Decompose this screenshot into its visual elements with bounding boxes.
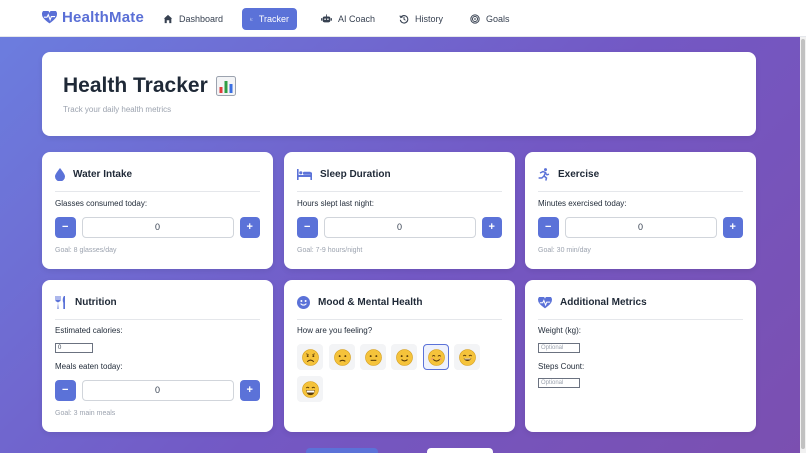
mood-option-happy[interactable] [423, 344, 449, 370]
utensils-icon [55, 296, 65, 309]
running-icon [538, 168, 550, 181]
mood-card-header: Mood & Mental Health [297, 292, 502, 320]
sleep-decrement-button[interactable]: − [297, 216, 318, 238]
water-increment-button[interactable]: + [239, 216, 260, 238]
mood-card: Mood & Mental Health How are you feeling… [284, 280, 515, 432]
meals-decrement-button[interactable]: − [55, 379, 76, 401]
nutrition-card-header: Nutrition [55, 292, 260, 320]
exercise-value-input[interactable]: 0 [564, 216, 717, 238]
exercise-card-header: Exercise [538, 164, 743, 192]
robot-icon [321, 13, 332, 22]
very-sad-face-icon [301, 348, 319, 366]
mood-option-grinning[interactable] [297, 376, 323, 402]
water-decrement-button[interactable]: − [55, 216, 76, 238]
water-intake-card: Water Intake Glasses consumed today: − 0… [42, 152, 273, 269]
nav-history[interactable]: History [391, 8, 451, 29]
meals-stepper: − 0 + [55, 379, 260, 401]
weight-input[interactable]: Optional [538, 343, 580, 353]
nav-dashboard[interactable]: Dashboard [155, 8, 231, 29]
target-icon [470, 13, 480, 24]
additional-metrics-card: Additional Metrics Weight (kg): Optional… [525, 280, 756, 432]
weight-label: Weight (kg): [538, 326, 581, 335]
exercise-decrement-button[interactable]: − [538, 216, 559, 238]
additional-card-title: Additional Metrics [560, 297, 647, 308]
sleep-increment-button[interactable]: + [481, 216, 502, 238]
exercise-card: Exercise Minutes exercised today: − 0 + … [525, 152, 756, 269]
brand[interactable]: HealthMate [42, 9, 144, 26]
calories-input[interactable]: 0 [55, 343, 93, 353]
steps-label: Steps Count: [538, 362, 585, 371]
nav-ai-coach[interactable]: AI Coach [313, 8, 383, 29]
mood-option-slightly-happy[interactable] [391, 344, 417, 370]
exercise-stepper: − 0 + [538, 216, 743, 238]
meals-label: Meals eaten today: [55, 362, 123, 371]
grinning-face-icon [301, 380, 319, 398]
nav-dashboard-label: Dashboard [179, 13, 224, 24]
sleep-card-header: Sleep Duration [297, 164, 502, 192]
chart-icon [250, 17, 253, 21]
water-goal-text: Goal: 8 glasses/day [55, 247, 117, 254]
nav-goals[interactable]: Goals [462, 8, 518, 29]
heartbeat-icon [538, 296, 552, 308]
happy-face-icon [427, 348, 445, 366]
exercise-card-title: Exercise [558, 169, 600, 180]
water-label: Glasses consumed today: [55, 199, 148, 208]
page-subtitle: Track your daily health metrics [63, 105, 172, 114]
sleep-stepper: − 0 + [297, 216, 502, 238]
smile-icon [297, 296, 310, 309]
sleep-duration-card: Sleep Duration Hours slept last night: −… [284, 152, 515, 269]
mood-option-very-sad[interactable] [297, 344, 323, 370]
exercise-increment-button[interactable]: + [722, 216, 743, 238]
water-stepper: − 0 + [55, 216, 260, 238]
slightly-happy-face-icon [395, 348, 413, 366]
meals-increment-button[interactable]: + [239, 379, 260, 401]
mood-label: How are you feeling? [297, 326, 373, 335]
brand-name: HealthMate [62, 9, 145, 26]
mood-card-title: Mood & Mental Health [318, 297, 423, 308]
meals-value-input[interactable]: 0 [81, 379, 234, 401]
mood-option-neutral[interactable] [360, 344, 386, 370]
navbar: HealthMate Dashboard Tracker AI Coach Hi… [0, 0, 806, 37]
water-card-title: Water Intake [73, 169, 133, 180]
save-entry-button[interactable] [306, 448, 378, 453]
exercise-goal-text: Goal: 30 min/day [538, 247, 591, 254]
heartbeat-logo-icon [42, 11, 57, 24]
neutral-face-icon [364, 348, 382, 366]
history-icon [399, 14, 409, 24]
mood-option-sad[interactable] [329, 344, 355, 370]
sleep-goal-text: Goal: 7-9 hours/night [297, 247, 363, 254]
sleep-label: Hours slept last night: [297, 199, 374, 208]
exercise-label: Minutes exercised today: [538, 199, 627, 208]
steps-input[interactable]: Optional [538, 378, 580, 388]
bar-chart-emoji-icon [215, 76, 236, 96]
very-happy-face-icon [458, 348, 476, 366]
additional-card-header: Additional Metrics [538, 292, 743, 320]
water-card-header: Water Intake [55, 164, 260, 192]
tracker-header-card: Health Tracker Track your daily health m… [42, 52, 756, 136]
nav-tracker[interactable]: Tracker [242, 8, 297, 30]
page-scrollbar[interactable] [800, 37, 806, 453]
scrollbar-thumb[interactable] [801, 39, 805, 449]
nutrition-card: Nutrition Estimated calories: 0 Meals ea… [42, 280, 273, 432]
reset-button[interactable] [427, 448, 493, 453]
sad-face-icon [333, 348, 351, 366]
bed-icon [297, 169, 312, 180]
nutrition-card-title: Nutrition [75, 297, 117, 308]
home-icon [163, 14, 173, 23]
calories-label: Estimated calories: [55, 326, 123, 335]
nav-goals-label: Goals [486, 13, 510, 24]
nav-history-label: History [415, 13, 444, 24]
sleep-card-title: Sleep Duration [320, 169, 391, 180]
nav-ai-coach-label: AI Coach [338, 13, 376, 24]
droplet-icon [55, 168, 65, 181]
page-title: Health Tracker [63, 74, 236, 98]
mood-option-very-happy[interactable] [454, 344, 480, 370]
water-value-input[interactable]: 0 [81, 216, 234, 238]
nutrition-goal-text: Goal: 3 main meals [55, 410, 116, 417]
page-title-text: Health Tracker [63, 74, 208, 97]
nav-tracker-label: Tracker [258, 14, 289, 24]
sleep-value-input[interactable]: 0 [323, 216, 476, 238]
